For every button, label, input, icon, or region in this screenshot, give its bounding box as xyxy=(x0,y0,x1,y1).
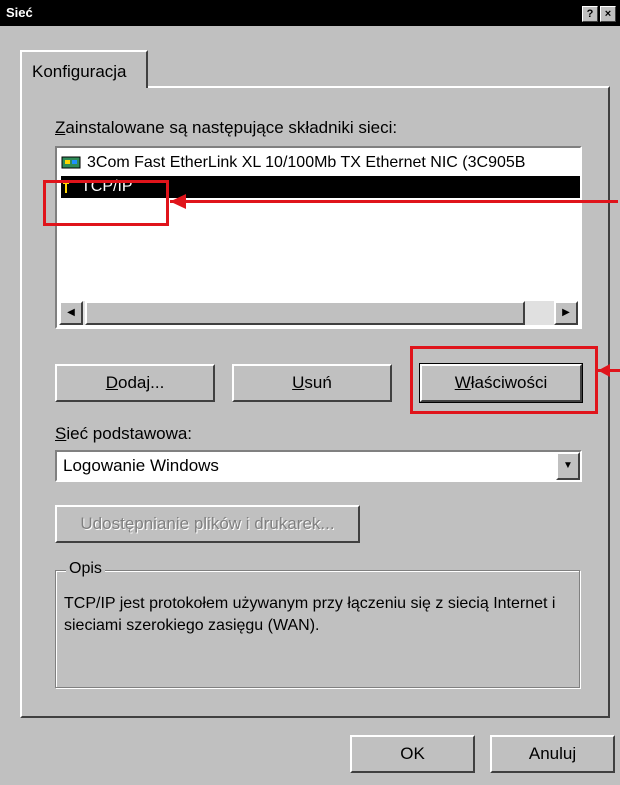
primary-network-label: Sieć podstawowa: xyxy=(55,424,193,443)
primary-network-value: Logowanie Windows xyxy=(63,456,219,475)
add-button[interactable]: Dodaj... xyxy=(55,364,215,402)
tab-configuration[interactable]: Konfiguracja xyxy=(20,50,148,88)
list-item[interactable]: 3Com Fast EtherLink XL 10/100Mb TX Ether… xyxy=(61,152,580,174)
title-bar: Sieć ? × xyxy=(0,0,620,26)
components-list[interactable]: 3Com Fast EtherLink XL 10/100Mb TX Ether… xyxy=(55,146,582,329)
primary-network-select[interactable]: Logowanie Windows ▼ xyxy=(55,450,582,482)
scroll-thumb[interactable] xyxy=(85,301,525,325)
description-text: TCP/IP jest protokołem używanym przy łąc… xyxy=(64,595,556,634)
protocol-icon xyxy=(61,179,71,194)
window-title: Sieć xyxy=(6,5,33,20)
horizontal-scrollbar[interactable]: ◀ ▶ xyxy=(59,301,578,325)
chevron-down-icon[interactable]: ▼ xyxy=(556,452,580,480)
remove-button[interactable]: Usuń xyxy=(232,364,392,402)
cancel-button[interactable]: Anuluj xyxy=(490,735,615,773)
list-item-label: TCP/IP xyxy=(81,178,133,195)
description-legend: Opis xyxy=(66,560,105,578)
ok-button[interactable]: OK xyxy=(350,735,475,773)
components-label: Zainstalowane są następujące składniki s… xyxy=(55,118,398,137)
file-printer-sharing-button: Udostępnianie plików i drukarek... xyxy=(55,505,360,543)
tab-label: Konfiguracja xyxy=(32,62,127,81)
network-card-icon xyxy=(61,155,81,170)
arrow-left-icon xyxy=(598,364,610,377)
list-item-label: 3Com Fast EtherLink XL 10/100Mb TX Ether… xyxy=(87,154,526,171)
highlight-arrow-line xyxy=(170,200,618,203)
properties-button[interactable]: Właściwości xyxy=(419,363,583,403)
scroll-right-button[interactable]: ▶ xyxy=(554,301,578,325)
help-button[interactable]: ? xyxy=(582,6,598,22)
close-button[interactable]: × xyxy=(600,6,616,22)
description-group: Opis TCP/IP jest protokołem używanym prz… xyxy=(55,560,580,688)
list-item-selected[interactable]: TCP/IP xyxy=(61,176,580,198)
scroll-left-button[interactable]: ◀ xyxy=(59,301,83,325)
arrow-left-icon xyxy=(170,194,186,209)
